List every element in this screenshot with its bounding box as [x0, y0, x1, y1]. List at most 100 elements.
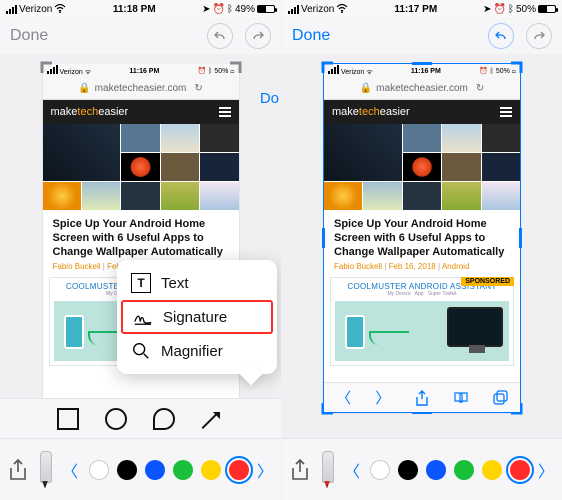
shape-square[interactable] — [57, 408, 79, 430]
wifi-icon — [336, 4, 348, 14]
site-header: maketecheasier — [43, 100, 239, 124]
markup-toolbar: 〈 〉 — [282, 438, 562, 500]
pen-tool[interactable] — [36, 451, 54, 489]
text-tool-icon: T — [131, 273, 151, 293]
popover-item-text[interactable]: T Text — [117, 266, 277, 300]
safari-back-icon[interactable]: 〈 — [336, 387, 351, 408]
canvas-area[interactable]: Verizon ᯤ 11:16 PM ⏰ ᛒ 50% ▭ 🔒 maketeche… — [282, 54, 562, 438]
adjacent-done-sliver: Do — [260, 90, 279, 107]
signal-bars-icon — [6, 5, 17, 14]
bluetooth-icon: ᛒ — [227, 4, 233, 15]
crop-handle-left[interactable] — [322, 228, 325, 248]
screenshot-thumbnail[interactable]: Verizon ᯤ 11:16 PM ⏰ ᛒ 50% ▭ 🔒 maketeche… — [324, 64, 520, 412]
battery-icon — [538, 5, 556, 13]
redo-button[interactable] — [526, 23, 552, 49]
safari-tabs-icon[interactable] — [493, 390, 508, 405]
safari-url-bar: 🔒 maketecheasier.com ↻ — [43, 78, 239, 100]
lock-icon: 🔒 — [360, 83, 372, 94]
share-button[interactable] — [8, 458, 28, 482]
article-title: Spice Up Your Android Home Screen with 6… — [53, 218, 229, 259]
promo-image — [335, 301, 509, 361]
safari-bookmarks-icon[interactable] — [453, 391, 469, 405]
color-black[interactable] — [398, 460, 418, 480]
shape-circle[interactable] — [105, 408, 127, 430]
url-host: maketecheasier.com — [95, 83, 187, 94]
inner-status-bar: Verizon ᯤ 11:16 PM ⏰ ᛒ 50% ▭ — [324, 64, 520, 78]
next-tool-chevron[interactable]: 〉 — [257, 458, 273, 482]
crop-handle-tl[interactable] — [321, 61, 335, 75]
inner-status-bar: Verizon ᯤ 11:16 PM ⏰ ᛒ 50% ▭ — [43, 64, 239, 78]
markup-topbar: Done — [0, 18, 281, 54]
wallpaper-grid — [324, 124, 520, 210]
popover-item-magnifier[interactable]: Magnifier — [117, 334, 277, 368]
safari-share-icon[interactable] — [415, 390, 429, 406]
crop-handle-tr[interactable] — [228, 61, 242, 75]
add-annotation-popover: T Text Signature Magnifier — [117, 260, 277, 374]
signal-bars-icon — [288, 5, 299, 14]
device-status-bar: Verizon 11:17 PM ➤ ⏰ ᛒ 50% — [282, 0, 562, 18]
carrier-label: Verizon — [301, 4, 334, 15]
carrier-label: Verizon — [19, 4, 52, 15]
hamburger-icon — [219, 107, 231, 117]
color-green[interactable] — [454, 460, 474, 480]
canvas-area[interactable]: Do Verizon ᯤ 11:16 PM ⏰ ᛒ 50% ▭ 🔒 makete… — [0, 54, 281, 438]
crop-handle-tr[interactable] — [509, 61, 523, 75]
color-red[interactable] — [229, 460, 249, 480]
pen-tool[interactable] — [318, 451, 336, 489]
site-header: maketecheasier — [324, 100, 520, 124]
left-pane: Verizon 11:18 PM ➤ ⏰ ᛒ 49% Done Do — [0, 0, 281, 500]
wallpaper-grid — [43, 124, 239, 210]
safari-bottom-bar: 〈 〉 — [324, 382, 520, 412]
markup-toolbar: 〈 〉 — [0, 438, 281, 500]
lock-icon: 🔒 — [78, 83, 90, 94]
prev-tool-chevron[interactable]: 〈 — [62, 458, 78, 482]
color-yellow[interactable] — [482, 460, 502, 480]
shape-picker-row — [0, 398, 281, 438]
device-status-bar: Verizon 11:18 PM ➤ ⏰ ᛒ 49% — [0, 0, 281, 18]
done-button[interactable]: Done — [292, 27, 330, 45]
undo-button[interactable] — [488, 23, 514, 49]
undo-button[interactable] — [207, 23, 233, 49]
location-icon: ➤ — [202, 4, 210, 15]
color-blue[interactable] — [145, 460, 165, 480]
clock: 11:17 PM — [394, 4, 437, 15]
battery-pct: 49% — [235, 4, 255, 15]
article-byline: Fabio Buckell | Feb 16, 2018 | Android — [334, 262, 510, 271]
location-icon: ➤ — [483, 4, 491, 15]
prev-tool-chevron[interactable]: 〈 — [344, 458, 360, 482]
wifi-icon — [54, 4, 66, 14]
color-yellow[interactable] — [201, 460, 221, 480]
site-logo: maketecheasier — [51, 106, 129, 118]
crop-handle-top[interactable] — [412, 62, 432, 65]
color-green[interactable] — [173, 460, 193, 480]
markup-topbar: Done — [282, 18, 562, 54]
crop-handle-tl[interactable] — [40, 61, 54, 75]
right-pane: Verizon 11:17 PM ➤ ⏰ ᛒ 50% Done — [281, 0, 562, 500]
shape-speech-bubble[interactable] — [153, 408, 175, 430]
color-white[interactable] — [89, 460, 109, 480]
alarm-icon: ⏰ — [494, 4, 506, 15]
color-blue[interactable] — [426, 460, 446, 480]
done-button[interactable]: Done — [10, 27, 48, 45]
next-tool-chevron[interactable]: 〉 — [538, 458, 554, 482]
safari-url-bar: 🔒 maketecheasier.com ↻ — [324, 78, 520, 100]
share-button[interactable] — [290, 458, 310, 482]
article-title: Spice Up Your Android Home Screen with 6… — [334, 218, 510, 259]
crop-handle-right[interactable] — [519, 228, 522, 248]
popover-item-signature[interactable]: Signature — [121, 300, 273, 334]
shape-arrow[interactable] — [201, 407, 225, 431]
signature-tool-icon — [133, 307, 153, 327]
site-logo: maketecheasier — [332, 106, 410, 118]
reload-icon: ↻ — [194, 83, 202, 94]
safari-forward-icon[interactable]: 〉 — [375, 387, 390, 408]
battery-pct: 50% — [516, 4, 536, 15]
alarm-icon: ⏰ — [213, 4, 225, 15]
url-host: maketecheasier.com — [376, 83, 468, 94]
magnifier-tool-icon — [131, 341, 151, 361]
color-black[interactable] — [117, 460, 137, 480]
redo-button[interactable] — [245, 23, 271, 49]
color-swatches — [89, 460, 249, 480]
sponsored-badge: SPONSORED — [461, 277, 514, 286]
color-red[interactable] — [510, 460, 530, 480]
color-white[interactable] — [370, 460, 390, 480]
